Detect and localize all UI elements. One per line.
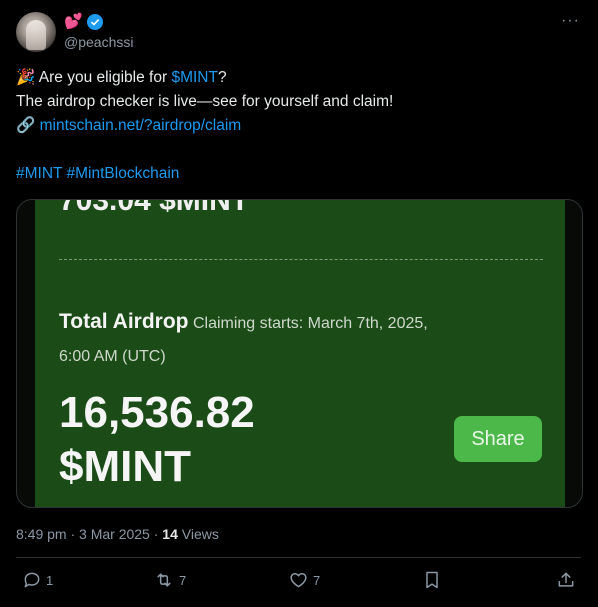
link-emoji: 🔗: [16, 117, 36, 134]
airdrop-link[interactable]: mintschain.net/?airdrop/claim: [40, 117, 242, 134]
amount-value: 16,536.82: [59, 388, 255, 437]
verified-badge-icon: [86, 14, 103, 30]
avatar[interactable]: [16, 12, 56, 52]
tweet-line-1: 🎉 Are you eligible for $MINT?: [16, 66, 576, 90]
airdrop-card: 703.04 $MINT Total Airdrop Claiming star…: [35, 200, 565, 507]
claiming-starts-line2: 6:00 AM (UTC): [59, 348, 166, 365]
hashtags[interactable]: #MINT #MintBlockchain: [16, 162, 576, 186]
views-label: Views: [177, 526, 219, 542]
heart-icon: [290, 573, 307, 588]
tweet-meta: 8:49 pm · 3 Mar 2025 · 14 Views: [16, 526, 219, 542]
reply-count: 1: [46, 572, 54, 588]
total-airdrop-row: Total Airdrop Claiming starts: March 7th…: [59, 310, 428, 334]
amount-unit: $MINT: [59, 442, 191, 491]
avatar-figure: [26, 20, 46, 50]
repost-icon: [157, 573, 171, 587]
share-icon: [558, 572, 574, 587]
tweet-line1-text: Are you eligible for: [38, 69, 172, 86]
tweet-text: 🎉 Are you eligible for $MINT? The airdro…: [16, 66, 576, 186]
repost-button[interactable]: 7: [153, 570, 186, 590]
card-top-cutoff: 703.04 $MINT: [59, 199, 250, 217]
party-emoji: 🎉: [16, 69, 36, 86]
like-count: 7: [313, 572, 321, 588]
total-airdrop-title: Total Airdrop: [59, 310, 189, 333]
tweet-line-2: The airdrop checker is live—see for your…: [16, 93, 394, 110]
share-tweet-button[interactable]: [556, 570, 576, 590]
author-handle[interactable]: @peachssi: [64, 34, 133, 50]
repost-count: 7: [179, 572, 187, 588]
timestamp[interactable]: 8:49 pm · 3 Mar 2025 ·: [16, 526, 162, 542]
media-image[interactable]: 703.04 $MINT Total Airdrop Claiming star…: [16, 199, 583, 508]
claiming-starts-line1: Claiming starts: March 7th, 2025,: [192, 315, 428, 332]
author-name-row[interactable]: 💕: [64, 13, 103, 31]
share-button: Share: [454, 416, 542, 462]
views-count: 14: [162, 526, 178, 542]
reply-button[interactable]: 1: [22, 570, 53, 590]
more-options-icon[interactable]: ···: [561, 12, 580, 30]
reply-icon: [24, 572, 40, 588]
tweet-line-3: 🔗 mintschain.net/?airdrop/claim: [16, 114, 576, 138]
airdrop-amount: 16,536.82 $MINT: [59, 386, 255, 494]
dashed-divider: [59, 259, 543, 260]
tweet-line1-end: ?: [217, 69, 227, 86]
bookmark-button[interactable]: [423, 570, 441, 590]
like-button[interactable]: 7: [288, 570, 320, 590]
hearts-emoji: 💕: [64, 13, 83, 30]
bookmark-icon: [426, 571, 438, 589]
cashtag-mint[interactable]: $MINT: [171, 69, 218, 86]
divider: [16, 557, 581, 558]
action-bar: 1 7 7: [0, 570, 598, 598]
